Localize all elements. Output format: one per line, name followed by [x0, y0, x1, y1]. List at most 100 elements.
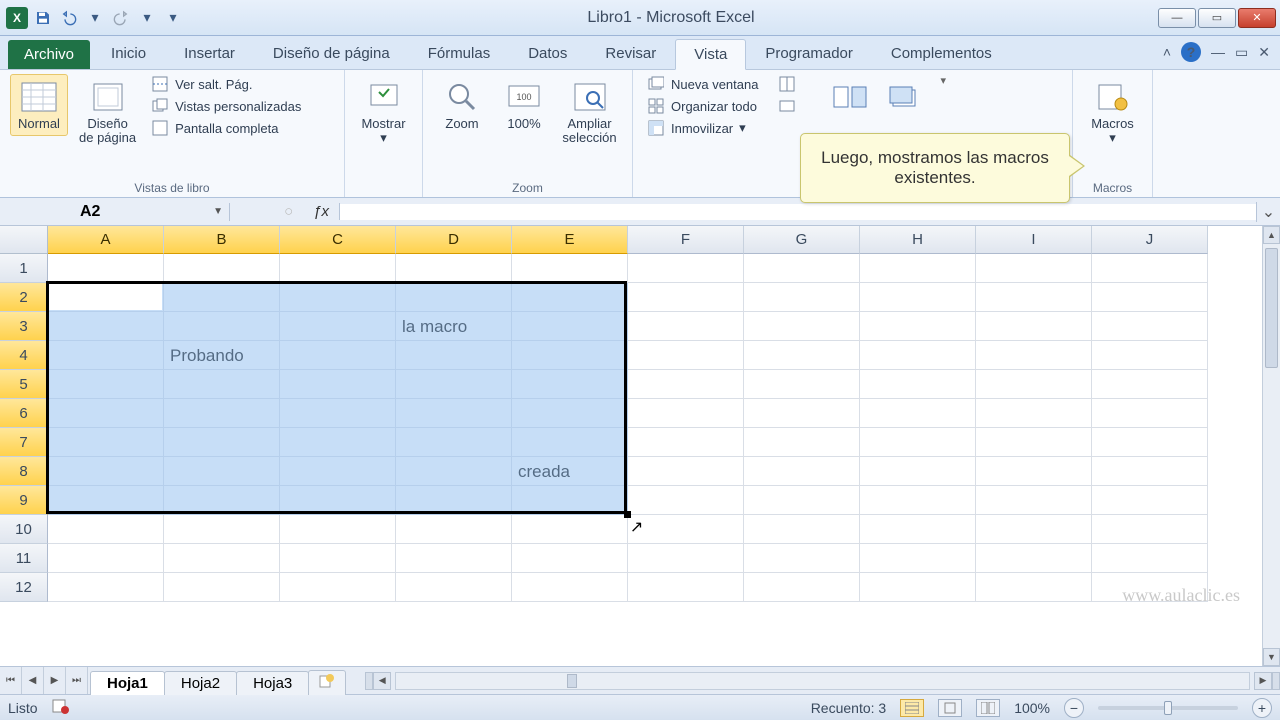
- ribbon-tab-diseño-de-página[interactable]: Diseño de página: [254, 38, 409, 69]
- ventana-dropdown-icon[interactable]: ▾: [940, 74, 946, 87]
- cell-J9[interactable]: [1092, 486, 1208, 515]
- switch-windows-button[interactable]: [880, 74, 932, 120]
- new-sheet-button[interactable]: [308, 670, 346, 695]
- cell-D5[interactable]: [396, 370, 512, 399]
- cell-E5[interactable]: [512, 370, 628, 399]
- hide-button[interactable]: [774, 96, 800, 116]
- cell-I1[interactable]: [976, 254, 1092, 283]
- cell-H12[interactable]: [860, 573, 976, 602]
- cell-G3[interactable]: [744, 312, 860, 341]
- formula-input[interactable]: [340, 204, 1256, 220]
- cell-B1[interactable]: [164, 254, 280, 283]
- row-header-11[interactable]: 11: [0, 544, 48, 573]
- cell-A4[interactable]: [48, 341, 164, 370]
- scroll-up-icon[interactable]: ▲: [1263, 226, 1280, 244]
- cell-C11[interactable]: [280, 544, 396, 573]
- undo-dropdown-icon[interactable]: ▾: [84, 7, 106, 29]
- sheet-nav-last-icon[interactable]: ⏭: [66, 667, 88, 694]
- ribbon-tab-vista[interactable]: Vista: [675, 39, 746, 70]
- cell-C3[interactable]: [280, 312, 396, 341]
- row-header-2[interactable]: 2: [0, 283, 48, 312]
- cell-A12[interactable]: [48, 573, 164, 602]
- cell-G11[interactable]: [744, 544, 860, 573]
- cell-F5[interactable]: [628, 370, 744, 399]
- cell-G5[interactable]: [744, 370, 860, 399]
- cell-I8[interactable]: [976, 457, 1092, 486]
- cell-D3[interactable]: la macro: [396, 312, 512, 341]
- zoom-level[interactable]: 100%: [1014, 700, 1050, 716]
- column-header-C[interactable]: C: [280, 226, 396, 254]
- zoom-button[interactable]: Zoom: [433, 74, 491, 136]
- spreadsheet-grid[interactable]: ABCDEFGHIJ 123456789101112 la macroProba…: [0, 226, 1280, 666]
- cell-J5[interactable]: [1092, 370, 1208, 399]
- column-header-B[interactable]: B: [164, 226, 280, 254]
- row-header-3[interactable]: 3: [0, 312, 48, 341]
- zoom-slider[interactable]: [1098, 706, 1238, 710]
- cell-E1[interactable]: [512, 254, 628, 283]
- cell-E11[interactable]: [512, 544, 628, 573]
- cell-G2[interactable]: [744, 283, 860, 312]
- cell-B10[interactable]: [164, 515, 280, 544]
- cell-F11[interactable]: [628, 544, 744, 573]
- cell-B6[interactable]: [164, 399, 280, 428]
- qat-more-icon[interactable]: ▾: [162, 7, 184, 29]
- cell-C4[interactable]: [280, 341, 396, 370]
- cell-C8[interactable]: [280, 457, 396, 486]
- cell-J8[interactable]: [1092, 457, 1208, 486]
- scroll-right-icon[interactable]: ▶: [1254, 672, 1272, 690]
- cell-I3[interactable]: [976, 312, 1092, 341]
- cancel-formula-icon[interactable]: ○: [284, 203, 293, 220]
- cell-F6[interactable]: [628, 399, 744, 428]
- cell-A7[interactable]: [48, 428, 164, 457]
- cell-G10[interactable]: [744, 515, 860, 544]
- cell-C9[interactable]: [280, 486, 396, 515]
- cell-F8[interactable]: [628, 457, 744, 486]
- cell-I7[interactable]: [976, 428, 1092, 457]
- cell-B11[interactable]: [164, 544, 280, 573]
- arrange-all-button[interactable]: Organizar todo: [643, 96, 762, 116]
- cell-J11[interactable]: [1092, 544, 1208, 573]
- cell-E9[interactable]: [512, 486, 628, 515]
- row-header-1[interactable]: 1: [0, 254, 48, 283]
- file-tab[interactable]: Archivo: [8, 40, 90, 69]
- cell-J7[interactable]: [1092, 428, 1208, 457]
- cell-E4[interactable]: [512, 341, 628, 370]
- vertical-scrollbar[interactable]: ▲ ▼: [1262, 226, 1280, 666]
- cell-G4[interactable]: [744, 341, 860, 370]
- cell-A9[interactable]: [48, 486, 164, 515]
- ribbon-tab-complementos[interactable]: Complementos: [872, 38, 1011, 69]
- cell-B12[interactable]: [164, 573, 280, 602]
- cell-G7[interactable]: [744, 428, 860, 457]
- name-box[interactable]: ▼: [0, 203, 230, 221]
- horizontal-scroll-thumb[interactable]: [567, 674, 577, 688]
- cell-C5[interactable]: [280, 370, 396, 399]
- cell-F2[interactable]: [628, 283, 744, 312]
- cell-J10[interactable]: [1092, 515, 1208, 544]
- cell-D12[interactable]: [396, 573, 512, 602]
- row-header-10[interactable]: 10: [0, 515, 48, 544]
- cell-H11[interactable]: [860, 544, 976, 573]
- ribbon-tab-fórmulas[interactable]: Fórmulas: [409, 38, 510, 69]
- column-header-G[interactable]: G: [744, 226, 860, 254]
- zoom-to-selection-button[interactable]: Ampliar selección: [557, 74, 622, 151]
- redo-icon[interactable]: [110, 7, 132, 29]
- normal-view-button[interactable]: Normal: [10, 74, 68, 136]
- cell-B3[interactable]: [164, 312, 280, 341]
- column-header-F[interactable]: F: [628, 226, 744, 254]
- cell-E7[interactable]: [512, 428, 628, 457]
- row-header-6[interactable]: 6: [0, 399, 48, 428]
- sheet-nav-first-icon[interactable]: ⏮: [0, 667, 22, 694]
- side-by-side-button[interactable]: [824, 74, 876, 120]
- minimize-button[interactable]: —: [1158, 8, 1196, 28]
- cell-A6[interactable]: [48, 399, 164, 428]
- cell-D7[interactable]: [396, 428, 512, 457]
- page-layout-view-button[interactable]: Diseño de página: [72, 74, 143, 151]
- ribbon-tab-datos[interactable]: Datos: [509, 38, 586, 69]
- cell-B9[interactable]: [164, 486, 280, 515]
- cell-E6[interactable]: [512, 399, 628, 428]
- ribbon-tab-inicio[interactable]: Inicio: [92, 38, 165, 69]
- sheet-nav-next-icon[interactable]: ▶: [44, 667, 66, 694]
- scroll-down-icon[interactable]: ▼: [1263, 648, 1280, 666]
- cell-J2[interactable]: [1092, 283, 1208, 312]
- row-header-4[interactable]: 4: [0, 341, 48, 370]
